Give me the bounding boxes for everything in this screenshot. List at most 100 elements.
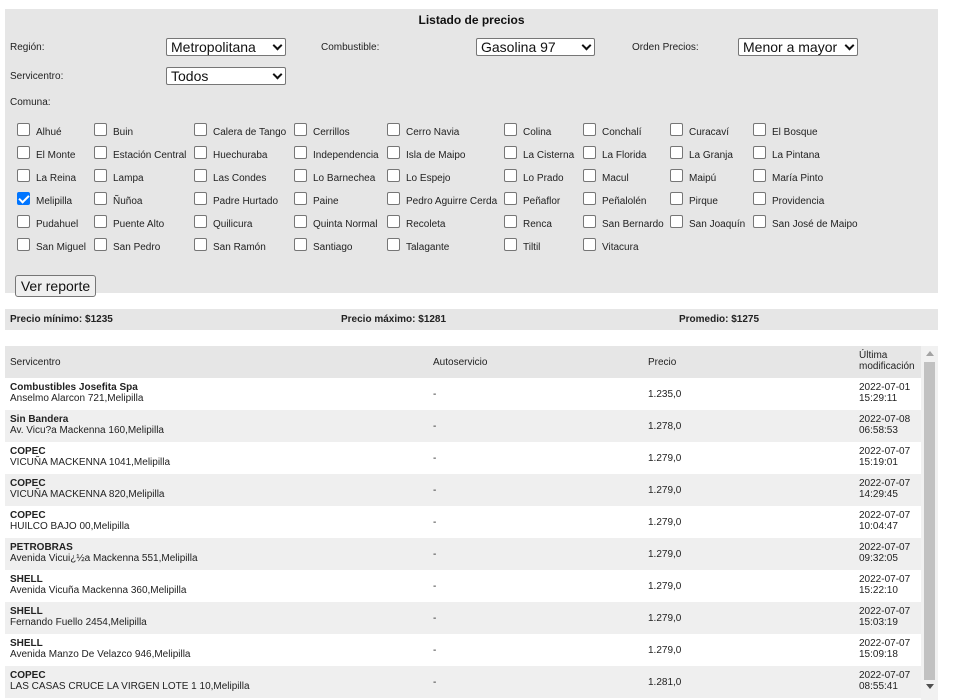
comuna-checkbox[interactable] bbox=[670, 146, 683, 159]
scroll-up-arrow-icon[interactable] bbox=[926, 351, 934, 356]
comuna-checkbox[interactable] bbox=[583, 169, 596, 182]
comuna-checkbox[interactable] bbox=[670, 123, 683, 136]
comuna-checkbox[interactable] bbox=[753, 146, 766, 159]
scroll-down-arrow-icon[interactable] bbox=[926, 684, 934, 689]
comuna-checkbox[interactable] bbox=[504, 146, 517, 159]
comuna-checkbox[interactable] bbox=[294, 192, 307, 205]
servicentro-select[interactable]: Todos bbox=[166, 67, 286, 85]
comuna-checkbox[interactable] bbox=[294, 169, 307, 182]
comuna-checkbox[interactable] bbox=[17, 123, 30, 136]
comuna-checkbox-label: Alhué bbox=[36, 127, 62, 138]
comuna-checkbox[interactable] bbox=[94, 146, 107, 159]
combustible-select[interactable]: Gasolina 97 bbox=[476, 38, 595, 56]
comuna-checkbox-label: San Joaquín bbox=[689, 219, 746, 230]
comuna-checkbox[interactable] bbox=[670, 192, 683, 205]
comuna-checkbox[interactable] bbox=[387, 146, 400, 159]
comuna-checkbox-label: Providencia bbox=[772, 196, 825, 207]
comuna-checkbox[interactable] bbox=[94, 123, 107, 136]
comuna-checkbox-label: Pirque bbox=[689, 196, 718, 207]
cell-ultima-modificacion: 2022-07-07 08:55:41 bbox=[859, 670, 910, 692]
comuna-checkbox[interactable] bbox=[194, 169, 207, 182]
comuna-checkbox-label: Lampa bbox=[113, 173, 144, 184]
comuna-checkbox[interactable] bbox=[194, 215, 207, 228]
table-row: COPEC HUILCO BAJO 00,Melipilla - 1.279,0 202… bbox=[5, 506, 921, 538]
orden-select[interactable]: Menor a mayor bbox=[738, 38, 858, 56]
comuna-checkbox[interactable] bbox=[387, 215, 400, 228]
comuna-checkbox[interactable] bbox=[504, 169, 517, 182]
comuna-checkbox[interactable] bbox=[17, 146, 30, 159]
comuna-checkbox[interactable] bbox=[387, 192, 400, 205]
orden-select-value: Menor a mayor bbox=[743, 39, 838, 55]
comuna-checkbox-label: Pedro Aguirre Cerda bbox=[406, 196, 498, 207]
chevron-down-icon bbox=[844, 40, 855, 51]
cell-servicentro: COPEC VICUÑA MACKENNA 1041,Melipilla bbox=[10, 446, 170, 468]
comuna-checkbox[interactable] bbox=[583, 238, 596, 251]
comuna-checkbox[interactable] bbox=[194, 192, 207, 205]
table-scrollbar[interactable] bbox=[921, 346, 938, 700]
comuna-checkbox-label: Macul bbox=[602, 173, 629, 184]
scrollbar-thumb[interactable] bbox=[924, 362, 935, 680]
comuna-checkbox[interactable] bbox=[753, 215, 766, 228]
cell-precio: 1.281,0 bbox=[648, 677, 682, 688]
comuna-checkbox[interactable] bbox=[294, 123, 307, 136]
station-name: SHELL bbox=[10, 606, 43, 617]
modificacion-date: 2022-07-07 bbox=[859, 638, 911, 649]
comuna-checkbox[interactable] bbox=[387, 123, 400, 136]
comuna-checkbox[interactable] bbox=[753, 123, 766, 136]
comuna-checkbox[interactable] bbox=[94, 169, 107, 182]
comuna-checkbox[interactable] bbox=[194, 238, 207, 251]
combustible-label: Combustible: bbox=[321, 42, 380, 53]
comuna-checkbox-label: San Ramón bbox=[213, 242, 266, 253]
comuna-checkbox[interactable] bbox=[387, 238, 400, 251]
comuna-checkbox[interactable] bbox=[753, 169, 766, 182]
comuna-checkbox[interactable] bbox=[194, 123, 207, 136]
comuna-checkbox[interactable] bbox=[17, 192, 30, 205]
comuna-checkbox-label: Lo Barnechea bbox=[313, 173, 376, 184]
station-address: VICUÑA MACKENNA 1041,Melipilla bbox=[10, 457, 171, 468]
table-row: COPEC VICUÑA MACKENNA 820,Melipilla - 1.279… bbox=[5, 474, 921, 506]
comuna-checkbox[interactable] bbox=[583, 146, 596, 159]
header-ultima-modificacion: Última modificación bbox=[859, 350, 915, 372]
comuna-checkbox[interactable] bbox=[387, 169, 400, 182]
comuna-checkbox[interactable] bbox=[504, 215, 517, 228]
comuna-checkbox[interactable] bbox=[294, 238, 307, 251]
cell-servicentro: SHELL Avenida Vicuña Mackenna 360,Melipil… bbox=[10, 574, 186, 596]
comuna-checkbox[interactable] bbox=[294, 146, 307, 159]
comuna-checkbox[interactable] bbox=[17, 238, 30, 251]
comuna-checkbox[interactable] bbox=[94, 192, 107, 205]
comuna-checkbox[interactable] bbox=[194, 146, 207, 159]
comuna-checkbox[interactable] bbox=[670, 169, 683, 182]
modificacion-time: 10:04:47 bbox=[859, 521, 898, 532]
comuna-checkbox[interactable] bbox=[583, 215, 596, 228]
comuna-checkbox-label: Puente Alto bbox=[113, 219, 165, 230]
comuna-checkbox[interactable] bbox=[670, 215, 683, 228]
comuna-checkbox-label: Lo Prado bbox=[523, 173, 564, 184]
comuna-label: Comuna: bbox=[10, 97, 51, 108]
modificacion-time: 06:58:53 bbox=[859, 425, 898, 436]
comuna-checkbox[interactable] bbox=[17, 215, 30, 228]
comuna-checkbox-label: Calera de Tango bbox=[213, 127, 287, 138]
station-name: Sin Bandera bbox=[10, 414, 69, 425]
chevron-down-icon bbox=[272, 69, 283, 80]
ver-reporte-button[interactable]: Ver reporte bbox=[15, 275, 96, 297]
comuna-checkbox[interactable] bbox=[753, 192, 766, 205]
comuna-checkbox[interactable] bbox=[17, 169, 30, 182]
comuna-checkbox-label: Buin bbox=[113, 127, 134, 138]
comuna-checkbox[interactable] bbox=[504, 123, 517, 136]
comuna-checkbox[interactable] bbox=[583, 123, 596, 136]
station-address: Avenida Manzo De Velazco 946,Melipilla bbox=[10, 649, 191, 660]
comuna-checkbox[interactable] bbox=[94, 238, 107, 251]
comuna-checkbox[interactable] bbox=[504, 192, 517, 205]
comuna-checkbox[interactable] bbox=[583, 192, 596, 205]
comuna-checkbox[interactable] bbox=[504, 238, 517, 251]
region-select[interactable]: Metropolitana bbox=[166, 38, 286, 56]
station-address: Anselmo Alarcon 721,Melipilla bbox=[10, 393, 144, 404]
modificacion-time: 15:22:10 bbox=[859, 585, 898, 596]
table-row: Sin Bandera Av. Vicu?a Mackenna 160,Melip… bbox=[5, 410, 921, 442]
comuna-checkbox-label: Huechuraba bbox=[213, 150, 268, 161]
table-row: SHELL Avenida Manzo De Velazco 946,Melipi… bbox=[5, 634, 921, 666]
comuna-checkbox-label: Curacaví bbox=[689, 127, 730, 138]
comuna-checkbox[interactable] bbox=[94, 215, 107, 228]
comuna-checkbox[interactable] bbox=[294, 215, 307, 228]
filters-panel: Listado de precios Región: Metropolitana… bbox=[5, 9, 938, 297]
